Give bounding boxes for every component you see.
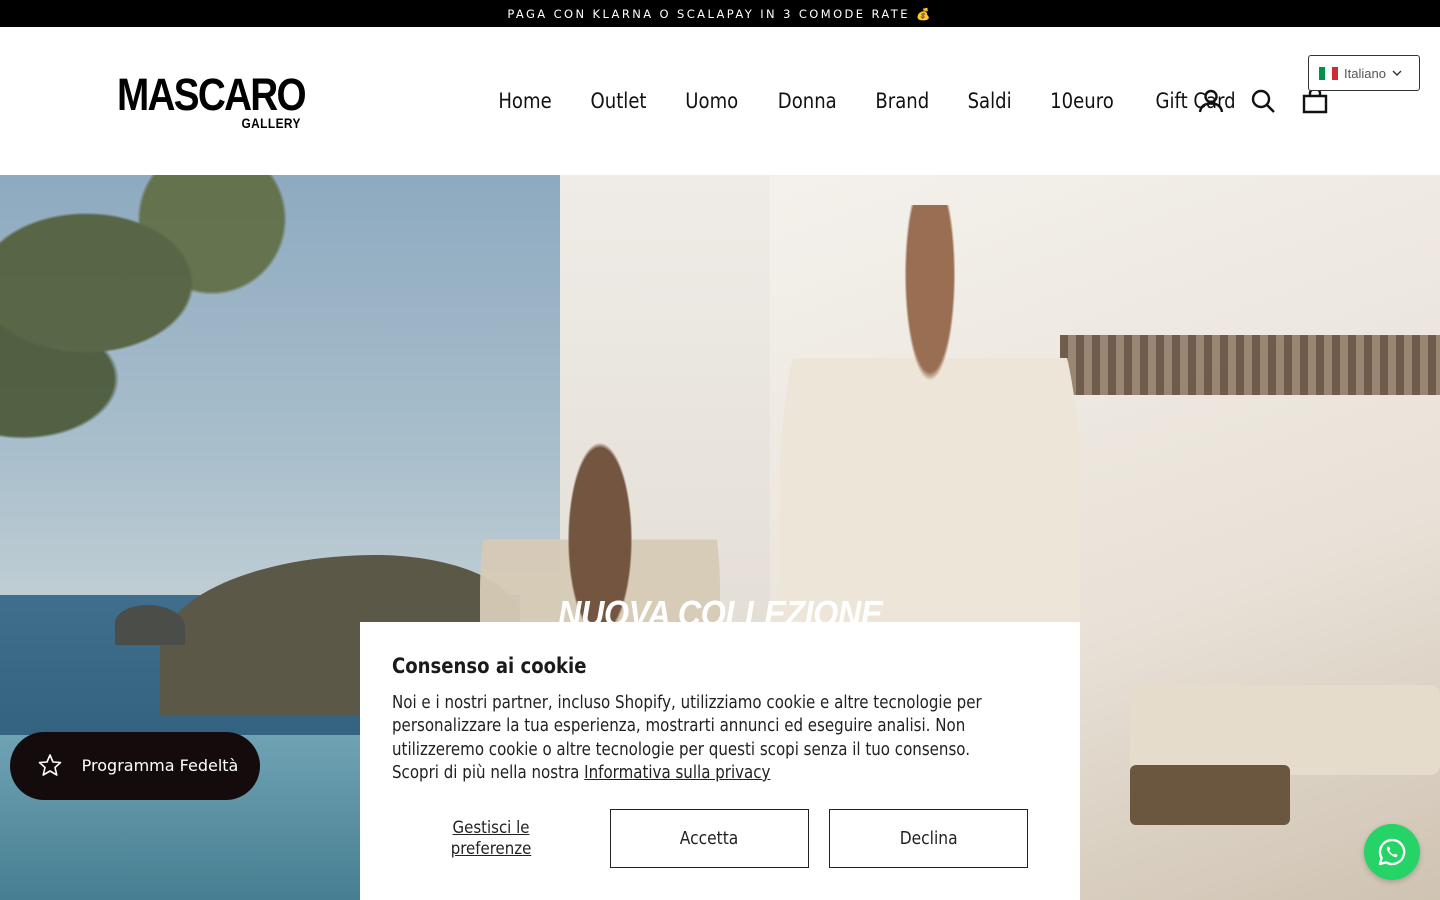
cookie-title: Consenso ai cookie (392, 654, 587, 678)
cookie-body: Noi e i nostri partner, incluso Shopify,… (392, 692, 994, 785)
logo-sub-text: GALLERY (241, 115, 301, 131)
accept-button[interactable]: Accetta (610, 809, 809, 868)
language-selector[interactable]: Italiano (1308, 55, 1420, 91)
manage-preferences-link[interactable]: Gestisci le preferenze (392, 809, 590, 868)
privacy-policy-link[interactable]: Informativa sulla privacy (584, 763, 770, 783)
hero-table (1130, 765, 1290, 825)
search-icon[interactable] (1248, 86, 1278, 116)
site-header: MASCARO GALLERY Home Outlet Uomo Donna B… (0, 27, 1440, 175)
nav-item-home[interactable]: Home (485, 89, 564, 113)
nav-item-brand[interactable]: Brand (863, 89, 943, 113)
language-label: Italiano (1344, 65, 1386, 81)
announcement-bar: PAGA CON KLARNA O SCALAPAY IN 3 COMODE R… (0, 0, 1440, 27)
loyalty-star-icon (20, 753, 80, 779)
nav-item-donna[interactable]: Donna (765, 89, 850, 113)
hero-palm (0, 175, 380, 475)
decline-label: Declina (899, 828, 958, 849)
loyalty-program-button[interactable]: Programma Fedeltà (10, 732, 260, 800)
cookie-consent-dialog: Consenso ai cookie Noi e i nostri partne… (360, 622, 1080, 900)
whatsapp-chat-button[interactable] (1364, 824, 1420, 880)
italy-flag-icon (1319, 66, 1338, 80)
main-nav: Home Outlet Uomo Donna Brand Saldi 10eur… (479, 83, 1257, 119)
nav-item-10euro[interactable]: 10euro (1037, 89, 1126, 113)
chevron-down-icon (1392, 70, 1402, 76)
decline-button[interactable]: Declina (829, 809, 1028, 868)
whatsapp-icon (1378, 838, 1406, 866)
logo-main-text: MASCARO (117, 69, 307, 120)
accept-label: Accetta (680, 828, 739, 849)
loyalty-label: Programma Fedeltà (81, 756, 239, 775)
hero-pergola (1060, 335, 1440, 395)
cookie-actions: Gestisci le preferenze Accetta Declina (392, 809, 1048, 868)
site-logo[interactable]: MASCARO GALLERY (117, 71, 307, 133)
account-icon[interactable] (1196, 86, 1226, 116)
nav-item-outlet[interactable]: Outlet (578, 89, 660, 113)
hero-sofa (1130, 685, 1440, 775)
nav-item-uomo[interactable]: Uomo (672, 89, 751, 113)
manage-preferences-label: Gestisci le preferenze (450, 817, 532, 859)
announcement-text: PAGA CON KLARNA O SCALAPAY IN 3 COMODE R… (507, 6, 933, 21)
nav-item-saldi[interactable]: Saldi (954, 89, 1024, 113)
